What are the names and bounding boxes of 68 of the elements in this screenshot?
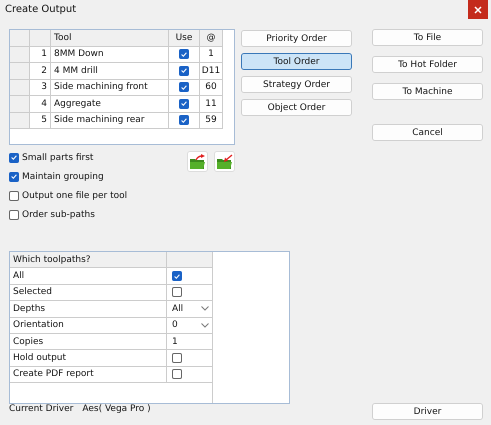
table-cell: Side machining rear xyxy=(51,112,169,129)
cancel-button[interactable]: Cancel xyxy=(372,124,483,141)
checkbox[interactable] xyxy=(9,210,19,220)
property-label: Orientation xyxy=(10,318,167,333)
table-cell: Side machining front xyxy=(51,80,169,96)
table-cell: 4 MM drill xyxy=(51,63,169,80)
dropdown[interactable]: All xyxy=(172,301,212,317)
order-button[interactable]: Priority Order xyxy=(241,30,352,47)
table-cell: 3 xyxy=(30,80,51,96)
dropdown[interactable]: 0 xyxy=(172,318,212,333)
property-label: Hold output xyxy=(10,350,167,366)
table-cell: 2 xyxy=(30,63,51,80)
order-button[interactable]: Strategy Order xyxy=(241,76,352,93)
chevron-down-icon xyxy=(201,322,209,328)
column-header: Tool xyxy=(51,30,169,46)
order-button[interactable]: Tool Order xyxy=(241,53,352,70)
order-button[interactable]: Object Order xyxy=(241,99,352,116)
checkbox[interactable] xyxy=(179,98,189,109)
driver-value: Aes( Vega Pro ) xyxy=(82,404,151,414)
property-label: Copies xyxy=(10,334,167,350)
checkbox-label: Output one file per tool xyxy=(22,190,128,200)
property-label: Create PDF report xyxy=(10,366,167,382)
grid-header: Which toolpaths? xyxy=(10,252,167,268)
property-label: All xyxy=(10,268,167,284)
table-cell: 1 xyxy=(30,46,51,63)
chevron-down-icon xyxy=(201,306,209,312)
folder-export-button[interactable] xyxy=(187,151,208,172)
close-button[interactable] xyxy=(468,0,488,19)
checkbox-label: Maintain grouping xyxy=(22,172,104,182)
output-button[interactable]: To Hot Folder xyxy=(372,56,483,73)
window-title: Create Output xyxy=(5,4,76,15)
property-label: Depths xyxy=(10,301,167,317)
checkbox[interactable] xyxy=(9,172,19,182)
table-cell: 59 xyxy=(200,112,223,129)
table-cell: Aggregate xyxy=(51,96,169,112)
table-cell: 8MM Down xyxy=(51,46,169,63)
checkbox[interactable] xyxy=(179,115,189,126)
property-value[interactable]: 1 xyxy=(172,336,178,347)
table-cell: 4 xyxy=(30,96,51,112)
table-cell: 11 xyxy=(200,96,223,112)
table-cell: 60 xyxy=(200,80,223,96)
checkbox[interactable] xyxy=(179,82,189,92)
folder-arrow-icon xyxy=(188,154,206,170)
driver-button[interactable]: Driver xyxy=(372,403,483,420)
column-header: Use xyxy=(169,30,200,46)
checkbox-label: Order sub-paths xyxy=(22,210,95,220)
folder-arrow-icon xyxy=(216,154,234,170)
checkbox-label: Small parts first xyxy=(22,152,94,162)
output-button[interactable]: To Machine xyxy=(372,83,483,100)
checkbox[interactable] xyxy=(179,66,189,76)
checkbox[interactable] xyxy=(172,287,182,298)
table-cell: 5 xyxy=(30,112,51,129)
number-header-cell xyxy=(30,30,51,46)
output-button[interactable]: To File xyxy=(372,29,483,46)
checkbox[interactable] xyxy=(9,152,19,162)
checkbox[interactable] xyxy=(9,190,19,200)
property-label: Selected xyxy=(10,284,167,300)
table-cell: D11 xyxy=(200,63,223,80)
driver-label: Current Driver xyxy=(9,404,74,414)
close-icon xyxy=(474,6,482,14)
column-header: @ xyxy=(200,30,223,46)
checkbox[interactable] xyxy=(172,271,182,282)
checkbox[interactable] xyxy=(179,49,189,60)
folder-import-button[interactable] xyxy=(214,151,235,172)
checkbox[interactable] xyxy=(172,353,182,364)
table-cell: 1 xyxy=(200,46,223,63)
checkbox[interactable] xyxy=(172,369,182,380)
corner-header-cell xyxy=(10,30,30,46)
